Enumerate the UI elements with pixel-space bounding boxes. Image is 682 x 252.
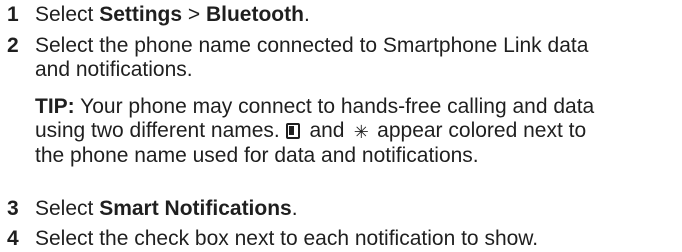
step-1-prefix: Select (35, 3, 100, 26)
step-2-line-2: and notifications. (35, 58, 193, 81)
tip-line-2: using two different names. and ✳ appear … (35, 119, 674, 144)
phone-icon (285, 123, 300, 139)
tip-line-3: the phone name used for data and notific… (35, 144, 479, 167)
step-2-line-1: Select the phone name connected to Smart… (35, 34, 589, 57)
step-2: 2 Select the phone name connected to Sma… (0, 34, 674, 82)
step-text: Select Smart Notifications. (35, 197, 674, 221)
step-1-separator: > (182, 3, 206, 26)
step-number: 3 (7, 197, 19, 220)
tip-text-3: appear colored next to (371, 119, 587, 142)
step-number: 1 (7, 3, 19, 26)
instruction-page: 1 Select Settings > Bluetooth. 2 Select … (0, 0, 682, 252)
tip-text-2: using two different names. (35, 119, 280, 142)
tip-label: TIP: (35, 95, 75, 118)
step-number: 4 (7, 227, 19, 250)
step-1: 1 Select Settings > Bluetooth. (0, 3, 674, 27)
step-text: Select the phone name connected to Smart… (35, 34, 674, 82)
smart-notifications-label: Smart Notifications (99, 197, 292, 220)
step-text: Select the check box next to each notifi… (35, 227, 539, 250)
step-number: 2 (7, 34, 19, 57)
step-text: Select Settings > Bluetooth. (35, 3, 674, 27)
step-3-prefix: Select (35, 197, 100, 220)
tip-line-1: TIP: Your phone may connect to hands-fre… (35, 95, 674, 119)
bluetooth-sparkle-icon: ✳ (353, 122, 369, 142)
tip-and: and (303, 119, 351, 142)
step-4: 4 Select the check box next to each noti… (0, 227, 674, 251)
bluetooth-menu-label: Bluetooth (205, 3, 304, 26)
step-3: 3 Select Smart Notifications. (0, 197, 674, 221)
tip-block: TIP: Your phone may connect to hands-fre… (35, 95, 674, 168)
step-1-suffix: . (303, 3, 310, 26)
settings-menu-label: Settings (99, 3, 183, 26)
step-3-suffix: . (291, 197, 298, 220)
tip-text-1: Your phone may connect to hands-free cal… (74, 95, 595, 118)
